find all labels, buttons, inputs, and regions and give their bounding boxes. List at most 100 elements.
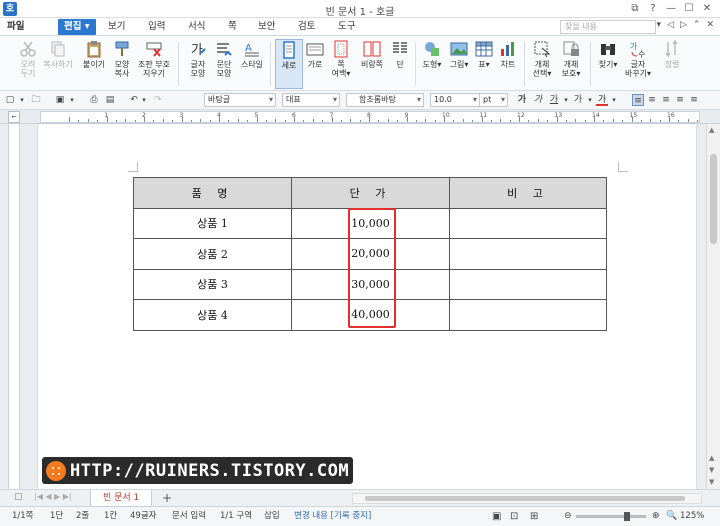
header-cell-price[interactable]: 단 가 [291,177,450,209]
ruler-toggle-icon[interactable]: ⌐ [8,111,20,123]
table-cell[interactable] [449,207,607,239]
zoom-level[interactable]: 125% [680,507,704,526]
table-cell[interactable] [449,299,607,331]
scroll-up-icon[interactable]: ▲ [709,126,714,134]
vertical-scrollbar[interactable]: ▲ ▲ ▼ ▼ [706,124,720,489]
italic-icon[interactable]: 가 [532,94,544,106]
document-page[interactable]: 품 명 단 가 비 고 상품 1 10,000 상품 2 20,000 상품 3… [38,124,696,489]
close-icon[interactable]: ✕ [698,1,716,17]
menu-view[interactable]: 보기 [108,19,125,35]
add-tab-icon[interactable]: + [162,491,172,505]
underline-icon[interactable]: 가 [548,94,560,106]
page-down-icon[interactable]: ▼ [709,466,714,474]
page-view-icon[interactable]: ▣ [492,507,501,526]
menu-edit[interactable]: 편집 ▾ [58,19,96,35]
align-center-icon[interactable]: ≡ [674,94,686,106]
ribbon-close-icon[interactable]: ✕ [706,20,714,30]
size-unit-select[interactable]: pt [480,93,508,107]
header-cell-item[interactable]: 품 명 [133,177,292,209]
replace-button[interactable]: 가수 글자 바꾸기▾ [624,39,652,89]
help-icon[interactable]: ? [644,1,662,17]
font-size-input[interactable]: 10.0 [430,93,480,107]
tab-list-icon[interactable]: ▢ [14,492,23,502]
header-cell-note[interactable]: 비 고 [449,177,607,209]
clear-format-button[interactable]: 조판 부호 지우기 [138,39,170,89]
table-cell[interactable]: 상품 3 [133,268,292,300]
justify-icon[interactable]: ≡ [632,94,644,106]
columns-icon [393,42,407,53]
menu-security[interactable]: 보안 [258,19,275,35]
scroll-down-icon[interactable]: ▼ [709,478,714,486]
align-right-icon[interactable]: ≡ [660,94,672,106]
menu-file[interactable]: 파일 [7,19,24,35]
font-color-icon[interactable]: 가 [596,94,608,106]
strike-dropdown-icon[interactable]: ▾ [584,94,596,106]
page-up-icon[interactable]: ▲ [709,454,714,462]
new-doc-dropdown-icon[interactable]: ▾ [16,94,28,106]
menu-insert[interactable]: 입력 [148,19,165,35]
shape-copy-button[interactable]: 모양 복사 [108,39,136,89]
zoom-slider-knob[interactable] [624,512,630,521]
save-icon[interactable]: ▣ [54,94,66,106]
vertical-ruler[interactable] [8,124,20,489]
font-select[interactable]: 함초롬바탕 [346,93,424,107]
search-next-icon[interactable]: ▷ [680,20,687,30]
select-object-button[interactable]: 개체 선택▾ [528,39,556,89]
undo-dropdown-icon[interactable]: ▾ [138,94,150,106]
menu-page[interactable]: 쪽 [228,19,237,35]
new-doc-icon[interactable]: ▢ [4,94,16,106]
copy-button[interactable]: 복사하기 [43,39,73,89]
print-icon[interactable]: ⎙ [88,94,100,106]
search-dropdown-icon[interactable]: ▾ [657,20,662,30]
table-cell[interactable] [449,238,607,270]
restore-icon[interactable]: ⧉ [626,1,644,17]
redo-icon[interactable]: ↷ [152,94,164,106]
cut-button[interactable]: 오려 두기 [14,39,42,89]
open-folder-icon[interactable]: 🗀 [30,94,42,106]
strikethrough-icon[interactable]: 가 [572,94,584,106]
find-button[interactable]: 찾기▾ [594,39,622,89]
columns-button[interactable]: 단 [386,39,414,89]
bold-icon[interactable]: 가 [516,94,528,106]
status-page[interactable]: 1/1쪽 [12,507,34,526]
menu-format[interactable]: 서식 [188,19,205,35]
preview-icon[interactable]: ▤ [104,94,116,106]
tab-first-icon[interactable]: |◀ ◀ ▶ ▶| [34,492,72,501]
zoom-slider[interactable] [576,512,646,521]
maximize-icon[interactable]: ☐ [680,1,698,17]
horizontal-scrollbar[interactable] [352,493,702,504]
style-button[interactable]: A 스타일 [238,39,266,89]
align-button[interactable]: 정렬 [658,39,686,89]
horizontal-scroll-thumb[interactable] [365,496,685,501]
status-track-changes[interactable]: 변경 내용 [기록 중지] [294,507,371,526]
tab-document-1[interactable]: 빈 문서 1 [90,490,153,507]
zoom-icon[interactable]: 🔍 [666,507,677,526]
vertical-scroll-thumb[interactable] [710,154,717,244]
table-cell[interactable]: 상품 1 [133,207,292,239]
table-cell[interactable]: 상품 2 [133,238,292,270]
save-dropdown-icon[interactable]: ▾ [66,94,78,106]
language-select[interactable]: 대표 [282,93,340,107]
font-color-dropdown-icon[interactable]: ▾ [608,94,620,106]
zoom-in-icon[interactable]: ⊕ [652,507,660,526]
menu-review[interactable]: 검토 [298,19,315,35]
page-margin-button[interactable]: 쪽 여백▾ [327,39,355,89]
zoom-out-icon[interactable]: ⊖ [564,507,572,526]
status-insert[interactable]: 삽입 [264,507,280,526]
fit-width-icon[interactable]: ⊡ [510,507,518,526]
chart-button[interactable]: 차트 [494,39,522,89]
horizontal-ruler[interactable]: 1 2 3 4 5 6 7 8 9 10 11 12 13 14 15 16 [40,111,700,123]
search-input[interactable]: 찾을 내용 [560,20,656,34]
ribbon-collapse-icon[interactable]: ⌃ [693,20,701,30]
underline-dropdown-icon[interactable]: ▾ [560,94,572,106]
table-cell[interactable]: 상품 4 [133,299,292,331]
style-select[interactable]: 바탕글 [204,93,276,107]
menu-tools[interactable]: 도구 [338,19,355,35]
search-prev-icon[interactable]: ◁ [667,20,674,30]
fit-page-icon[interactable]: ⊞ [530,507,538,526]
distribute-icon[interactable]: ≡ [688,94,700,106]
align-left-icon[interactable]: ≡ [646,94,658,106]
protect-object-button[interactable]: 개체 보호▾ [557,39,585,89]
table-cell[interactable] [449,268,607,300]
minimize-icon[interactable]: — [662,1,680,17]
